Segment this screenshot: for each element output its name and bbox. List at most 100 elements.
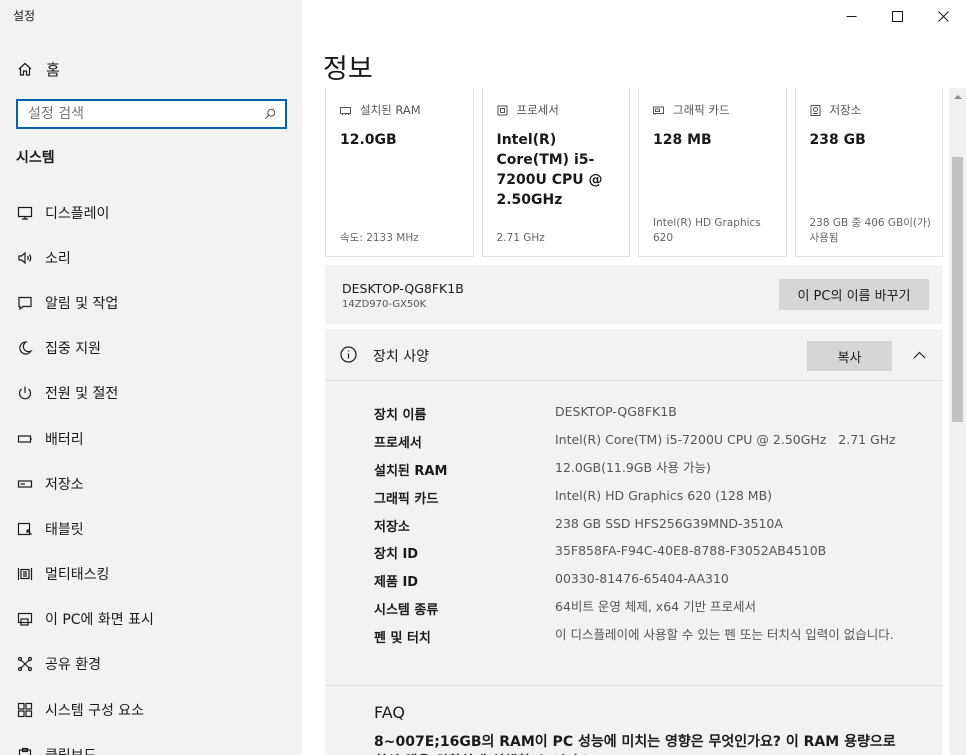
card-value: Intel(R) Core(TM) i5-7200U CPU @ 2.50GHz xyxy=(496,132,603,208)
card-value: 12.0GB xyxy=(340,132,397,148)
close-icon xyxy=(937,7,949,26)
sidebar-item-focus-assist[interactable]: 집중 지원 xyxy=(0,326,302,371)
home-link[interactable]: 홈 xyxy=(16,58,60,80)
sidebar-item-label: 태블릿 xyxy=(45,521,84,538)
copy-button[interactable]: 복사 xyxy=(807,341,892,371)
sidebar-item-label: 집중 지원 xyxy=(45,341,101,358)
pc-name: DESKTOP-QG8FK1B xyxy=(342,281,464,296)
spec-value: 64비트 운영 체제, x64 기반 프로세서 xyxy=(555,599,757,615)
spec-key: 장치 ID xyxy=(374,547,419,563)
section-heading: 시스템 xyxy=(16,150,55,166)
minimize-button[interactable] xyxy=(828,0,874,32)
sidebar-item-label: 공유 환경 xyxy=(45,657,101,674)
spec-row: 장치 이름 DESKTOP-QG8FK1B xyxy=(374,403,914,431)
card-sub: 238 GB 중 406 GB이(가) 사용됨 xyxy=(809,217,931,244)
scrollbar[interactable] xyxy=(949,88,966,755)
spec-key: 그래픽 카드 xyxy=(374,491,439,507)
spec-value: 이 디스플레이에 사용할 수 있는 펜 또는 터치식 입력이 없습니다. xyxy=(555,627,894,643)
card-ram: 설치된 RAM 12.0GB 속도: 2133 MHz xyxy=(325,88,474,257)
faq-question[interactable]: 8~007E;16GB의 RAM이 PC 성능에 미치는 영향은 무엇인가요? … xyxy=(374,732,904,755)
home-label: 홈 xyxy=(46,60,60,79)
components-icon xyxy=(16,701,34,719)
card-graphics: 그래픽 카드 128 MB Intel(R) HD Graphics 620 xyxy=(638,88,787,257)
card-label: 프로세서 xyxy=(497,102,559,118)
sidebar-item-projecting[interactable]: 이 PC에 화면 표시 xyxy=(0,597,302,642)
card-storage: 저장소 238 GB 238 GB 중 406 GB이(가) 사용됨 xyxy=(794,88,943,257)
storage-icon xyxy=(16,475,34,493)
drive-icon xyxy=(810,104,822,116)
search-box[interactable] xyxy=(16,99,287,129)
multitasking-icon xyxy=(16,565,34,583)
spec-key: 장치 이름 xyxy=(374,408,427,423)
card-label-text: 프로세서 xyxy=(516,103,559,117)
sidebar-item-label: 클립보드 xyxy=(45,745,97,755)
share-icon xyxy=(16,655,34,673)
notification-icon xyxy=(16,294,34,312)
spec-key: 제품 ID xyxy=(374,575,419,591)
sidebar-item-label: 전원 및 절전 xyxy=(45,386,119,403)
home-icon xyxy=(16,60,34,78)
close-button[interactable] xyxy=(920,0,966,32)
sidebar-item-shared-experiences[interactable]: 공유 환경 xyxy=(0,642,302,687)
page-title: 정보 xyxy=(323,54,373,85)
summary-cards: 설치된 RAM 12.0GB 속도: 2133 MHz 프로세서 Intel(R… xyxy=(325,88,943,257)
pc-name-row: DESKTOP-QG8FK1B 14ZD970-GX50K 이 PC의 이름 바… xyxy=(325,265,943,324)
sidebar-item-multitasking[interactable]: 멀티태스킹 xyxy=(0,552,302,597)
sidebar-nav: 디스플레이 소리 알림 및 작업 집중 지원 전원 및 절전 배터리 저장소 태… xyxy=(0,190,302,755)
spec-value: 12.0GB(11.9GB 사용 가능) xyxy=(555,459,711,475)
sidebar-item-label: 배터리 xyxy=(45,431,84,448)
specs-header[interactable]: 장치 사양 복사 xyxy=(325,329,943,381)
sidebar-item-clipboard[interactable]: 클립보드 xyxy=(0,732,302,755)
sidebar-item-tablet[interactable]: 태블릿 xyxy=(0,506,302,551)
main-content: 정보 설치된 RAM 12.0GB 속도: 2133 MHz 프로세서 Inte… xyxy=(302,0,966,755)
spec-row: 제품 ID 00330-81476-65404-AA310 xyxy=(374,570,914,598)
specs-title: 장치 사양 xyxy=(373,349,429,365)
spec-table: 장치 이름 DESKTOP-QG8FK1B 프로세서 Intel(R) Core… xyxy=(374,403,914,654)
project-icon xyxy=(16,610,34,628)
ram-icon xyxy=(340,104,352,116)
spec-value: DESKTOP-QG8FK1B xyxy=(555,404,677,419)
card-label: 그래픽 카드 xyxy=(653,102,730,118)
sidebar-item-storage[interactable]: 저장소 xyxy=(0,461,302,506)
pc-model: 14ZD970-GX50K xyxy=(342,299,427,310)
card-label: 설치된 RAM xyxy=(340,102,421,118)
card-sub: Intel(R) HD Graphics 620 xyxy=(653,217,761,244)
sidebar-item-label: 시스템 구성 요소 xyxy=(45,702,145,719)
card-processor: 프로세서 Intel(R) Core(TM) i5-7200U CPU @ 2.… xyxy=(481,88,630,257)
divider xyxy=(325,685,943,686)
card-label-text: 저장소 xyxy=(829,103,862,117)
maximize-button[interactable] xyxy=(874,0,920,32)
search-input[interactable] xyxy=(28,106,263,122)
sidebar-item-battery[interactable]: 배터리 xyxy=(0,416,302,461)
spec-row: 펜 및 터치 이 디스플레이에 사용할 수 있는 펜 또는 터치식 입력이 없습… xyxy=(374,626,914,654)
sidebar-item-label: 소리 xyxy=(45,250,71,267)
chevron-up-icon[interactable] xyxy=(913,347,927,361)
rename-pc-button[interactable]: 이 PC의 이름 바꾸기 xyxy=(779,279,929,310)
sidebar-item-label: 이 PC에 화면 표시 xyxy=(45,612,154,629)
sidebar-item-notifications[interactable]: 알림 및 작업 xyxy=(0,280,302,325)
spec-row: 설치된 RAM 12.0GB(11.9GB 사용 가능) xyxy=(374,459,914,487)
spec-key: 시스템 종류 xyxy=(374,603,439,619)
app-title: 설정 xyxy=(13,9,36,23)
card-value: 128 MB xyxy=(653,132,712,148)
spec-row: 프로세서 Intel(R) Core(TM) i5-7200U CPU @ 2.… xyxy=(374,431,914,459)
sidebar-item-label: 디스플레이 xyxy=(45,205,110,222)
sidebar-item-system-components[interactable]: 시스템 구성 요소 xyxy=(0,687,302,732)
search-icon[interactable] xyxy=(263,107,277,121)
sidebar-item-sound[interactable]: 소리 xyxy=(0,235,302,280)
spec-row: 그래픽 카드 Intel(R) HD Graphics 620 (128 MB) xyxy=(374,487,914,515)
sidebar-item-power[interactable]: 전원 및 절전 xyxy=(0,371,302,416)
battery-icon xyxy=(16,430,34,448)
spec-key: 펜 및 터치 xyxy=(374,631,431,647)
sidebar: 설정 홈 시스템 디스플레이 소리 알림 및 작업 집중 지원 xyxy=(0,0,302,755)
spec-value: Intel(R) Core(TM) i5-7200U CPU @ 2.50GHz… xyxy=(555,431,896,447)
sidebar-item-label: 알림 및 작업 xyxy=(45,295,119,312)
sidebar-item-label: 저장소 xyxy=(45,476,84,493)
scroll-up-arrow-icon[interactable] xyxy=(949,88,966,105)
card-label: 저장소 xyxy=(810,102,862,118)
card-sub: 2.71 GHz xyxy=(496,232,545,244)
sidebar-item-display[interactable]: 디스플레이 xyxy=(0,190,302,235)
scrollbar-thumb[interactable] xyxy=(952,157,963,422)
faq-title: FAQ xyxy=(374,703,405,722)
spec-row: 저장소 238 GB SSD HFS256G39MND-3510A xyxy=(374,515,914,543)
